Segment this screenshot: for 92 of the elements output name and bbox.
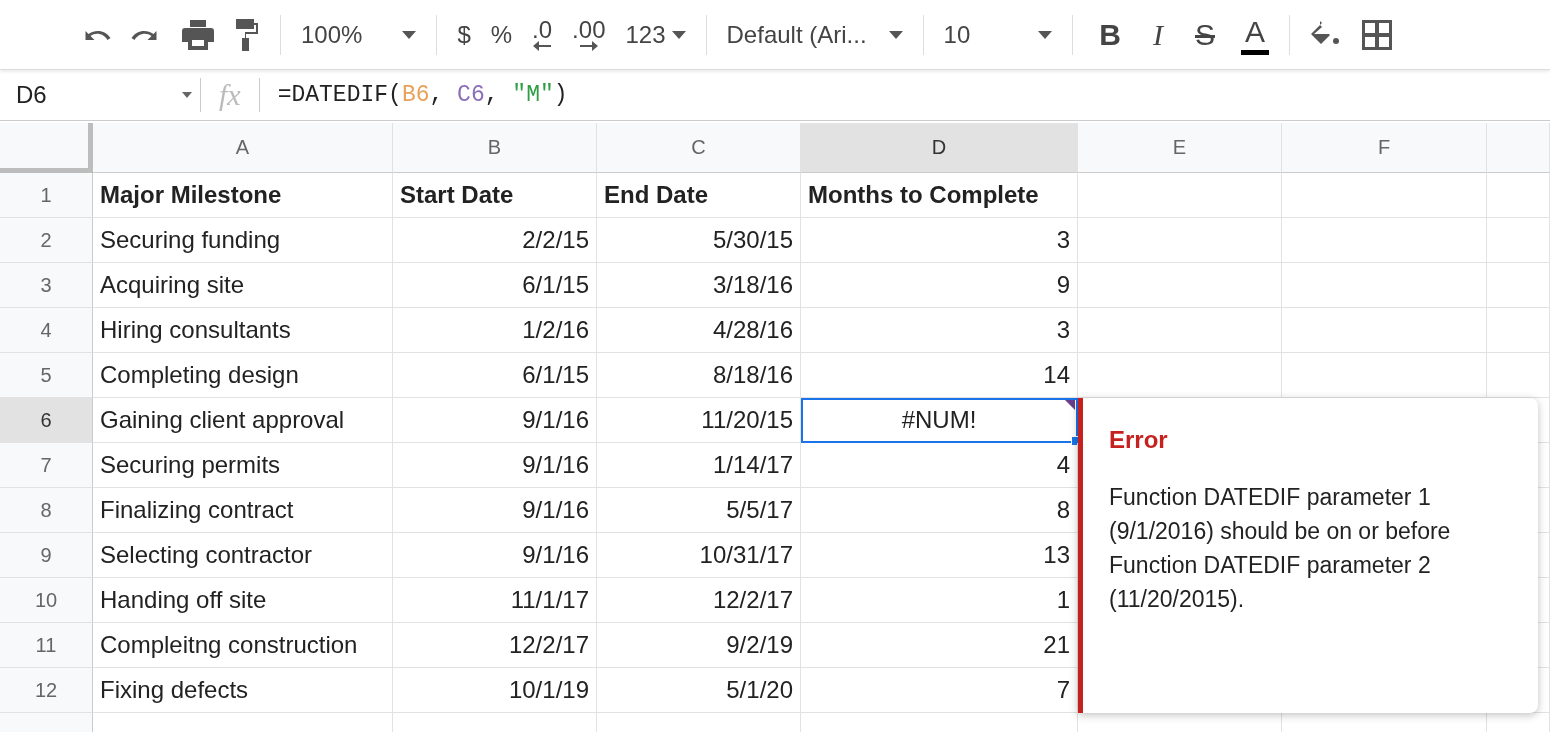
row-header[interactable]: 3 — [0, 263, 93, 308]
table-cell: 9 — [801, 263, 1078, 308]
table-cell: 10/1/19 — [393, 668, 597, 713]
caret-icon — [671, 30, 686, 39]
table-cell: Securing permits — [93, 443, 393, 488]
zoom-dropdown[interactable]: 100% — [291, 12, 427, 57]
left-arrow-icon — [533, 40, 552, 51]
table-cell: 1/14/17 — [597, 443, 801, 488]
table-cell: 3/18/16 — [597, 263, 801, 308]
column-header[interactable]: E — [1078, 123, 1282, 173]
column-header[interactable]: B — [393, 123, 597, 173]
strikethrough-button[interactable]: S — [1178, 12, 1231, 57]
function-label: fx — [218, 78, 242, 112]
column-header[interactable]: C — [597, 123, 801, 173]
table-cell: Completing design — [93, 353, 393, 398]
caret-icon — [182, 92, 192, 98]
table-cell: 12/2/17 — [393, 623, 597, 668]
table-cell: 2/2/15 — [393, 218, 597, 263]
name-box[interactable]: D6 — [0, 70, 200, 120]
table-cell: 9/1/16 — [393, 398, 597, 443]
table-cell: 12/2/17 — [597, 578, 801, 623]
table-cell: 9/1/16 — [393, 533, 597, 578]
error-indicator-icon — [1065, 400, 1075, 410]
row-header[interactable]: 10 — [0, 578, 93, 623]
table-cell: Handing off site — [93, 578, 393, 623]
table-cell: 1/2/16 — [393, 308, 597, 353]
table-cell: 9/1/16 — [393, 488, 597, 533]
row-header[interactable]: 11 — [0, 623, 93, 668]
column-header[interactable]: D — [801, 123, 1078, 173]
error-message: Function DATEDIF parameter 1 (9/1/2016) should be on or before Function DATEDIF parameter 2 (11/20/2015). — [1109, 483, 1452, 614]
row-header[interactable]: 5 — [0, 353, 93, 398]
row-header[interactable]: 6 — [0, 398, 93, 443]
decrease-decimals-button[interactable]: .0 — [522, 12, 563, 57]
table-cell: Selecting contractor — [93, 533, 393, 578]
italic-button[interactable]: I — [1136, 12, 1179, 57]
table-cell — [1487, 218, 1550, 263]
bold-button[interactable]: B — [1083, 12, 1137, 57]
text-color-button[interactable]: A — [1240, 14, 1269, 55]
percent-button[interactable]: % — [480, 12, 523, 57]
table-cell: 3 — [801, 218, 1078, 263]
currency-button[interactable]: $ — [447, 12, 481, 57]
table-cell: 4/28/16 — [597, 308, 801, 353]
number-format-dropdown[interactable]: 123 — [615, 12, 696, 57]
table-cell: 5/5/17 — [597, 488, 801, 533]
paint-roller-icon — [234, 18, 260, 51]
table-cell: Gaining client approval — [93, 398, 393, 443]
column-title: Start Date — [393, 173, 597, 218]
table-cell: Acquiring site — [93, 263, 393, 308]
caret-icon — [1038, 30, 1053, 39]
column-header[interactable]: F — [1282, 123, 1487, 173]
row-header[interactable]: 7 — [0, 443, 93, 488]
table-cell: 9/2/19 — [597, 623, 801, 668]
error-title: Error — [1109, 426, 1169, 454]
table-cell[interactable]: #NUM! — [801, 398, 1078, 443]
table-cell: 9/1/16 — [393, 443, 597, 488]
column-title: Major Milestone — [93, 173, 393, 218]
table-cell: 5/1/20 — [597, 668, 801, 713]
table-cell — [1487, 263, 1550, 308]
increase-decimals-button[interactable]: .00 — [562, 12, 616, 57]
table-cell: Securing funding — [93, 218, 393, 263]
row-header[interactable]: 8 — [0, 488, 93, 533]
row-header[interactable]: 1 — [0, 173, 93, 218]
table-cell: 8/18/16 — [597, 353, 801, 398]
table-cell — [1487, 308, 1550, 353]
table-cell: 14 — [801, 353, 1078, 398]
table-cell: Compleitng construction — [93, 623, 393, 668]
table-cell: 3 — [801, 308, 1078, 353]
font-size-dropdown[interactable]: 10 — [933, 12, 1063, 57]
table-cell: Hiring consultants — [93, 308, 393, 353]
table-cell: 6/1/15 — [393, 263, 597, 308]
font-dropdown[interactable]: Default (Ari... — [716, 12, 913, 57]
right-arrow-icon — [579, 40, 598, 51]
row-header[interactable]: 4 — [0, 308, 93, 353]
table-cell — [1487, 173, 1550, 218]
table-cell: 11/1/17 — [393, 578, 597, 623]
column-header[interactable]: A — [93, 123, 393, 173]
table-cell: 10/31/17 — [597, 533, 801, 578]
table-cell: 5/30/15 — [597, 218, 801, 263]
printer-icon — [182, 19, 214, 50]
row-header[interactable]: 9 — [0, 533, 93, 578]
table-cell: 6/1/15 — [393, 353, 597, 398]
grid-icon — [1362, 19, 1392, 50]
caret-icon — [888, 30, 903, 39]
column-title: Months to Complete — [801, 173, 1078, 218]
row-header[interactable]: 12 — [0, 668, 93, 713]
table-cell: 11/20/15 — [597, 398, 801, 443]
table-cell: Fixing defects — [93, 668, 393, 713]
row-header[interactable]: 2 — [0, 218, 93, 263]
formula-input[interactable]: =DATEDIF(B6, C6, "M") — [259, 82, 568, 108]
table-cell: Finalizing contract — [93, 488, 393, 533]
column-title: End Date — [597, 173, 801, 218]
caret-icon — [402, 30, 417, 39]
